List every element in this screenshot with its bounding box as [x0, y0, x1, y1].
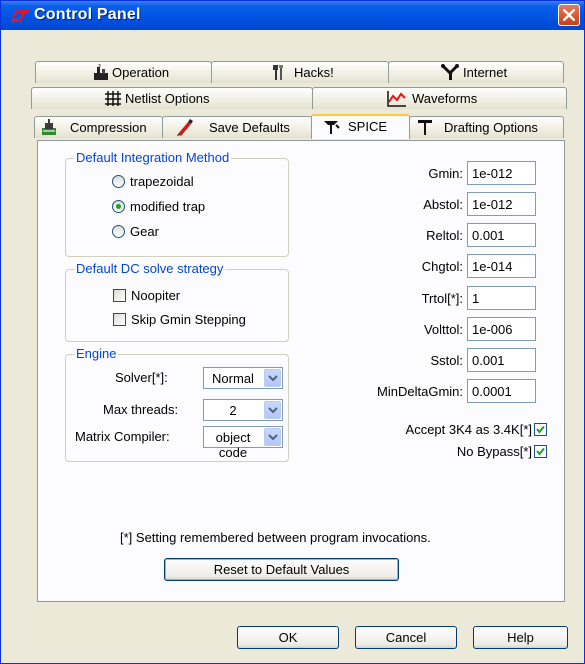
hacks-icon [270, 64, 288, 81]
group-title: Default Integration Method [74, 150, 232, 165]
help-button[interactable]: Help [473, 626, 568, 649]
settings-note: [*] Setting remembered between program i… [120, 530, 431, 545]
option-label: Gear [130, 224, 159, 239]
ltspice-logo-icon [9, 8, 31, 24]
tab-internet[interactable]: Internet [388, 61, 564, 83]
no-bypass-label: No Bypass[*] [456, 444, 532, 459]
cancel-button[interactable]: Cancel [355, 626, 457, 649]
volttol-field[interactable] [467, 317, 536, 341]
reltol-label: Reltol: [426, 228, 463, 243]
waveforms-icon [387, 90, 406, 107]
tab-label: Waveforms [412, 91, 478, 106]
tab-label: SPICE [348, 119, 388, 134]
tab-save-defaults[interactable]: Save Defaults [162, 116, 312, 138]
tab-label: Netlist Options [125, 91, 210, 106]
trtol-label: Trtol[*]: [421, 291, 463, 306]
tab-waveforms[interactable]: Waveforms [312, 87, 567, 109]
integration-method-group: Default Integration Method trapezoidal m… [65, 150, 289, 257]
group-title: Engine [74, 346, 119, 361]
tab-hacks[interactable]: Hacks! [211, 61, 389, 83]
checkbox[interactable] [113, 313, 126, 326]
chevron-down-icon[interactable] [264, 369, 281, 387]
max-threads-label: Max threads: [103, 402, 179, 417]
tab-label: Operation [112, 65, 170, 80]
group-title: Default DC solve strategy [74, 261, 226, 276]
control-panel-window: Control Panel Operation Hacks! Internet … [0, 0, 585, 664]
dc-solve-group: Default DC solve strategy Noopiter Skip … [65, 261, 289, 342]
engine-group: Engine Solver[*]: Normal Max threads: 2 … [65, 346, 289, 462]
operation-icon [92, 63, 110, 81]
tab-spice[interactable]: SPICE [311, 114, 410, 139]
matrix-compiler-value: object code [215, 430, 251, 460]
option-label: trapezoidal [130, 174, 194, 189]
close-icon [563, 9, 575, 21]
gmin-label: Gmin: [428, 166, 463, 181]
option-label: Skip Gmin Stepping [131, 312, 246, 327]
matrix-compiler-dropdown[interactable]: object code [203, 426, 283, 460]
close-button[interactable] [558, 4, 580, 26]
accept-3k4-label: Accept 3K4 as 3.4K[*] [405, 422, 532, 437]
sstol-field[interactable] [467, 348, 536, 372]
tab-label: Drafting Options [444, 120, 538, 135]
spice-tab-panel: Default Integration Method trapezoidal m… [37, 140, 565, 602]
gmin-field[interactable] [467, 161, 536, 185]
compression-icon [40, 119, 58, 136]
reset-defaults-button[interactable]: Reset to Default Values [164, 558, 399, 581]
ok-button[interactable]: OK [237, 626, 339, 649]
accept-3k4-checkbox[interactable] [534, 423, 547, 436]
matrix-compiler-label: Matrix Compiler: [75, 429, 170, 444]
option-label: Noopiter [131, 288, 181, 303]
chgtol-field[interactable] [467, 254, 536, 278]
tab-operation[interactable]: Operation [35, 61, 212, 83]
volttol-label: Volttol: [423, 322, 463, 337]
drafting-icon [416, 119, 434, 136]
solver-label: Solver[*]: [115, 370, 168, 385]
spice-icon [322, 118, 340, 135]
window-title: Control Panel [34, 6, 141, 23]
option-label: modified trap [130, 199, 206, 214]
chevron-down-icon[interactable] [264, 401, 281, 419]
tab-label: Compression [70, 120, 147, 135]
radio-button-selected[interactable] [112, 200, 125, 213]
sstol-label: Sstol: [430, 353, 463, 368]
radio-button[interactable] [112, 175, 125, 188]
checkmark-icon [536, 447, 545, 456]
save-defaults-icon [175, 119, 193, 136]
solver-value: Normal [212, 371, 254, 386]
solver-dropdown[interactable]: Normal [203, 367, 283, 389]
tab-label: Hacks! [294, 65, 334, 80]
mindeltagmin-label: MinDeltaGmin: [377, 384, 463, 399]
radio-button[interactable] [112, 225, 125, 238]
internet-icon [441, 64, 459, 81]
tab-netlist-options[interactable]: Netlist Options [31, 87, 313, 109]
tab-compression[interactable]: Compression [34, 116, 163, 138]
checkbox[interactable] [113, 289, 126, 302]
max-threads-value: 2 [229, 403, 237, 418]
no-bypass-checkbox[interactable] [534, 445, 547, 458]
chgtol-label: Chgtol: [421, 259, 463, 274]
tab-drafting-options[interactable]: Drafting Options [409, 116, 564, 138]
mindeltagmin-field[interactable] [467, 379, 536, 403]
abstol-label: Abstol: [423, 197, 463, 212]
abstol-field[interactable] [467, 192, 536, 216]
trtol-field[interactable] [467, 286, 536, 310]
reltol-field[interactable] [467, 223, 536, 247]
max-threads-dropdown[interactable]: 2 [203, 399, 283, 421]
netlist-icon [104, 90, 122, 107]
title-bar[interactable]: Control Panel [1, 1, 584, 30]
tab-label: Internet [463, 65, 508, 80]
checkmark-icon [536, 425, 545, 434]
chevron-down-icon[interactable] [264, 428, 281, 446]
tab-label: Save Defaults [209, 120, 290, 135]
